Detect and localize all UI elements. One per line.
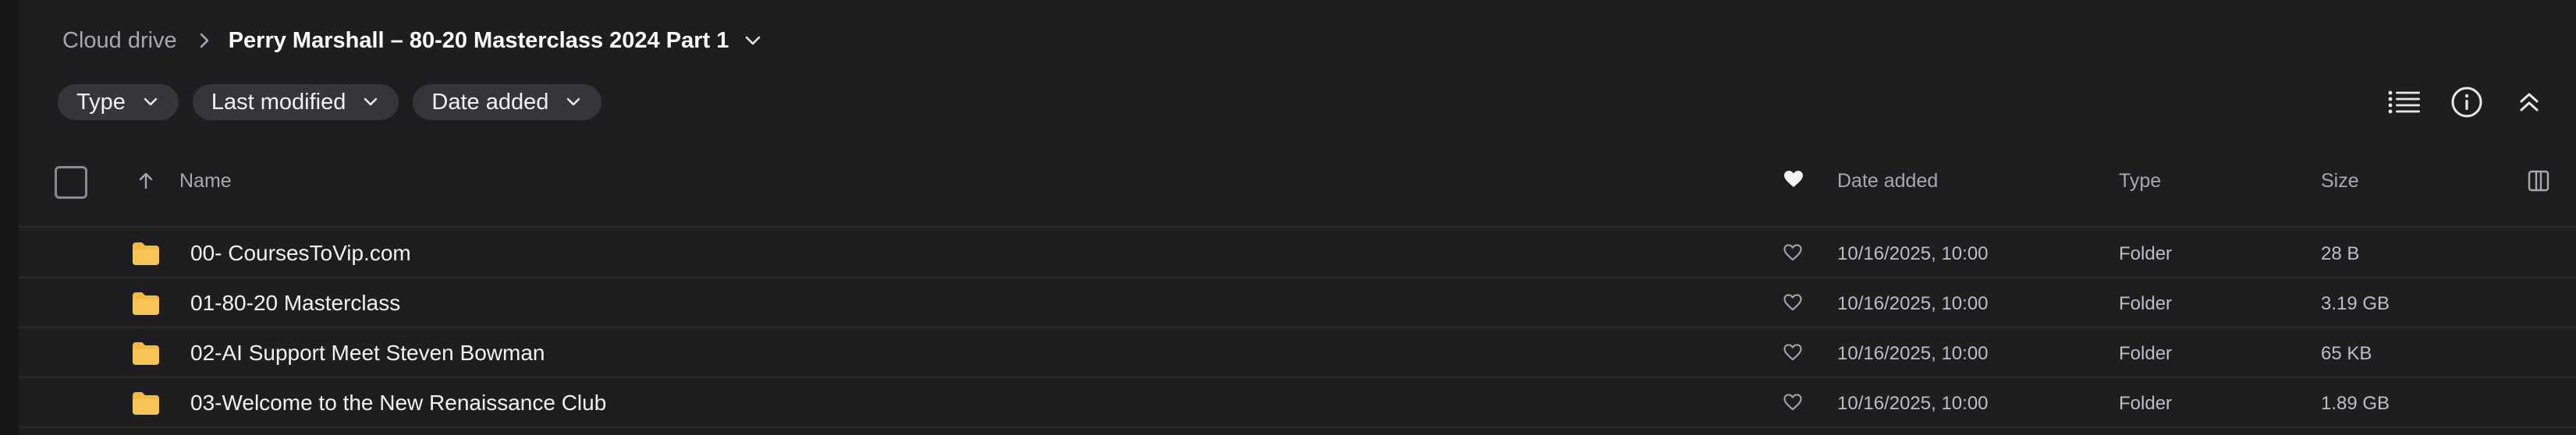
folder-icon <box>131 341 161 370</box>
table-row[interactable]: 02-AI Support Meet Steven Bowman 10/16/2… <box>19 328 2576 378</box>
heart-outline-icon[interactable] <box>1783 294 1802 315</box>
arrow-up-icon[interactable] <box>137 172 154 194</box>
row-date-added: 10/16/2025, 10:00 <box>1837 243 1989 264</box>
chevron-down-icon[interactable] <box>744 35 761 46</box>
cloud-drive-window: Cloud drive Perry Marshall – 80-20 Maste… <box>0 0 2576 435</box>
chevron-down-icon <box>566 97 581 107</box>
sidebar-edge <box>0 0 19 435</box>
select-all-checkbox[interactable] <box>55 166 87 199</box>
row-type: Folder <box>2119 343 2173 364</box>
breadcrumb-current-folder[interactable]: Perry Marshall – 80-20 Masterclass 2024 … <box>229 28 729 54</box>
row-type: Folder <box>2119 393 2173 414</box>
column-header-date-added[interactable]: Date added <box>1837 170 1938 193</box>
filter-date-added-button[interactable]: Date added <box>413 84 602 120</box>
filter-bar: Type Last modified Date added <box>58 84 602 120</box>
chevron-down-icon <box>143 97 158 107</box>
filter-label: Date added <box>431 89 549 115</box>
info-icon[interactable] <box>2446 84 2487 120</box>
breadcrumb-root-link[interactable]: Cloud drive <box>62 28 177 54</box>
folder-icon <box>131 391 161 419</box>
row-size: 3.19 GB <box>2321 293 2390 314</box>
filter-label: Type <box>76 89 126 115</box>
row-name: 02-AI Support Meet Steven Bowman <box>190 341 545 365</box>
row-name: 01-80-20 Masterclass <box>190 291 401 315</box>
row-type: Folder <box>2119 293 2173 314</box>
double-chevron-up-icon[interactable] <box>2509 84 2549 120</box>
heart-outline-icon[interactable] <box>1783 344 1802 365</box>
column-header-type[interactable]: Type <box>2119 170 2161 193</box>
breadcrumb: Cloud drive Perry Marshall – 80-20 Maste… <box>62 23 761 58</box>
column-header-size[interactable]: Size <box>2321 170 2359 193</box>
table-row[interactable]: 00- CoursesToVip.com 10/16/2025, 10:00 F… <box>19 228 2576 278</box>
table-row[interactable]: 01-80-20 Masterclass 10/16/2025, 10:00 F… <box>19 278 2576 328</box>
column-header-name[interactable]: Name <box>179 170 232 193</box>
row-name: 03-Welcome to the New Renaissance Club <box>190 391 607 415</box>
filter-label: Last modified <box>211 89 346 115</box>
table-row[interactable]: 03-Welcome to the New Renaissance Club 1… <box>19 378 2576 428</box>
row-size: 65 KB <box>2321 343 2372 364</box>
table-header: Name Date added Type Size <box>19 156 2576 228</box>
row-size: 1.89 GB <box>2321 393 2390 414</box>
row-name: 00- CoursesToVip.com <box>190 241 411 265</box>
heart-outline-icon[interactable] <box>1783 394 1802 415</box>
folder-icon <box>131 241 161 270</box>
row-type: Folder <box>2119 243 2173 264</box>
chevron-right-icon <box>199 32 210 49</box>
chevron-down-icon <box>363 97 378 107</box>
row-date-added: 10/16/2025, 10:00 <box>1837 393 1989 414</box>
heart-filled-icon[interactable] <box>1783 170 1804 193</box>
heart-outline-icon[interactable] <box>1783 244 1802 265</box>
columns-icon[interactable] <box>2528 170 2549 196</box>
filter-type-button[interactable]: Type <box>58 84 179 120</box>
row-date-added: 10/16/2025, 10:00 <box>1837 343 1989 364</box>
filter-last-modified-button[interactable]: Last modified <box>192 84 399 120</box>
folder-icon <box>131 291 161 320</box>
row-size: 28 B <box>2321 243 2360 264</box>
list-view-icon[interactable] <box>2384 84 2425 120</box>
row-date-added: 10/16/2025, 10:00 <box>1837 293 1989 314</box>
